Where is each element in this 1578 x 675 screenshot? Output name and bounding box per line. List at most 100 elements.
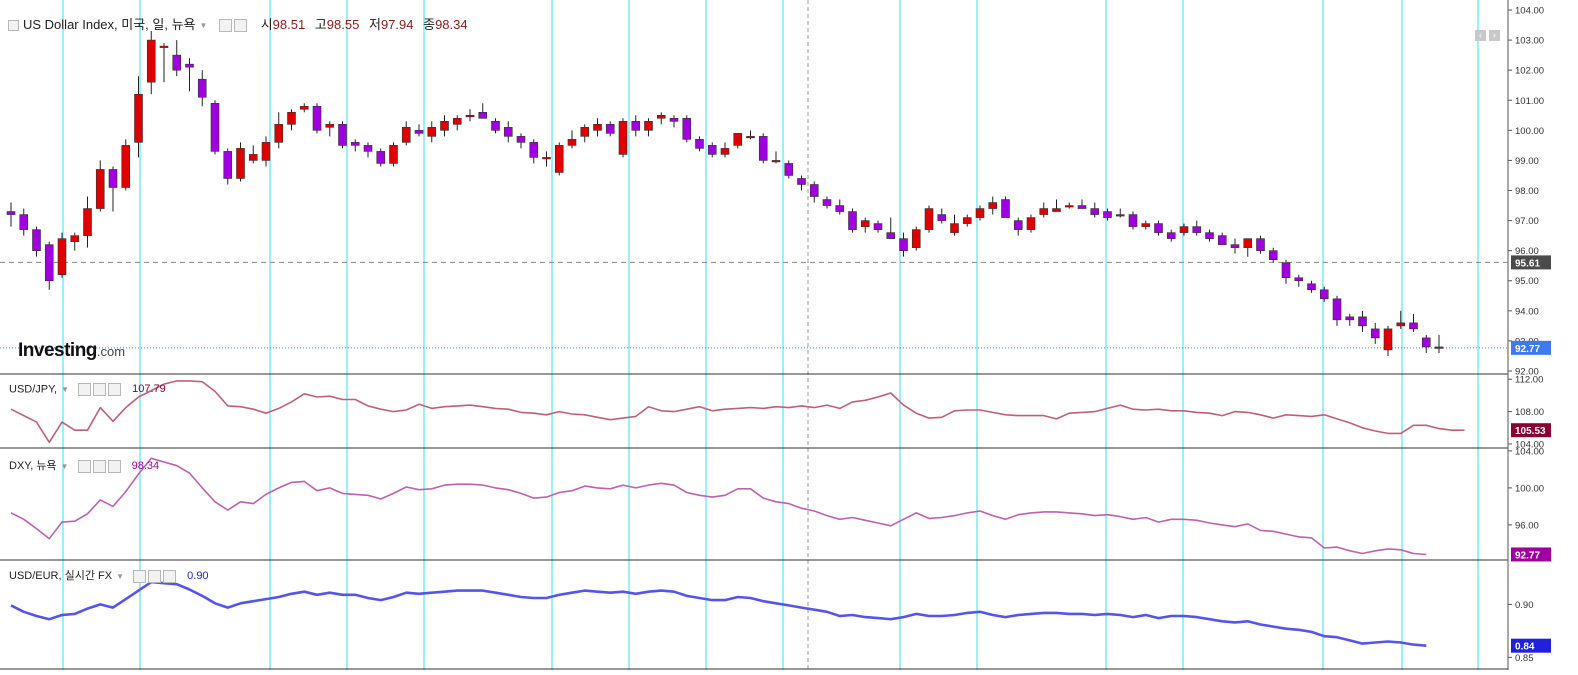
candle-body: [962, 217, 972, 224]
candle: [516, 133, 526, 149]
candle-body: [1052, 208, 1061, 212]
candle-body: [899, 238, 908, 251]
candle-body: [465, 115, 475, 118]
high-label: 고: [314, 17, 327, 32]
candle-body: [414, 130, 424, 134]
candle: [873, 220, 883, 233]
candle: [682, 115, 692, 143]
tick-label: 98.00: [1515, 186, 1539, 197]
candle-body: [389, 145, 398, 164]
close-icon[interactable]: [108, 383, 122, 396]
candle: [325, 121, 335, 137]
candle: [1409, 313, 1418, 332]
candle-body: [631, 121, 641, 131]
candle-body: [261, 142, 271, 161]
candle: [758, 133, 768, 164]
candle-body: [1192, 226, 1202, 233]
candle-body: [223, 151, 233, 179]
candle: [197, 70, 207, 107]
candle: [924, 205, 934, 233]
candle-body: [1409, 322, 1418, 330]
settings-icon[interactable]: [78, 383, 92, 396]
candle-body: [1001, 199, 1010, 218]
chevron-down-icon[interactable]: ▼: [61, 462, 69, 471]
candle-body: [1077, 205, 1087, 209]
scroll-left-icon[interactable]: ‹: [1475, 30, 1486, 41]
low-value: 97.94: [380, 17, 414, 32]
candle-body: [1141, 223, 1151, 227]
open-value: 98.51: [272, 17, 306, 32]
candle: [159, 43, 169, 83]
chart-canvas[interactable]: 104.00 103.00 102.00 101.00 100.00 99.00 98.00…: [0, 0, 1578, 675]
reference-price-label: 95.61: [1511, 255, 1551, 270]
candle: [1064, 202, 1074, 209]
gear-icon[interactable]: [93, 383, 107, 396]
candle-body: [1039, 208, 1049, 215]
panel-us-dollar-index[interactable]: [0, 31, 1508, 356]
candle: [1013, 217, 1023, 236]
candle-body: [567, 139, 577, 146]
price-label-text: 95.61: [1515, 258, 1540, 269]
candle: [134, 76, 143, 158]
close-icon[interactable]: [163, 569, 177, 583]
tick-label: 96.00: [1515, 520, 1539, 531]
settings-icon[interactable]: [133, 569, 147, 583]
scroll-right-icon[interactable]: ›: [1489, 30, 1500, 41]
candle: [108, 166, 118, 212]
gear-icon[interactable]: [234, 19, 248, 33]
low-label: 저: [368, 17, 381, 32]
candle: [299, 103, 309, 113]
dxy-value: 98.34: [131, 460, 160, 472]
candle-body: [822, 199, 832, 206]
close-value: 98.34: [435, 17, 468, 32]
candle-body: [312, 105, 322, 131]
candle: [1192, 220, 1202, 236]
settings-icon[interactable]: [219, 19, 233, 33]
candle-body: [1217, 235, 1227, 245]
candle-body: [338, 124, 347, 146]
panel-usd-eur[interactable]: [10, 580, 1427, 647]
candle: [223, 148, 233, 185]
candle-body: [605, 124, 615, 134]
candle: [427, 121, 437, 143]
settings-icon[interactable]: [77, 459, 91, 473]
candle: [1421, 334, 1431, 353]
panel-dxy[interactable]: [10, 457, 1427, 556]
candle: [210, 100, 220, 155]
panel-usd-jpy[interactable]: [10, 380, 1465, 444]
chevron-down-icon[interactable]: ▼: [200, 21, 208, 30]
price-label-text: 105.53: [1515, 426, 1546, 437]
candle-body: [70, 235, 80, 242]
candle: [491, 118, 500, 134]
candle-body: [401, 127, 411, 143]
candle-body: [1064, 205, 1074, 208]
candle: [1268, 247, 1278, 263]
gear-icon[interactable]: [148, 569, 162, 583]
candle: [605, 121, 615, 137]
candle-body: [656, 115, 666, 119]
candle-body: [159, 45, 169, 48]
candle-body: [886, 232, 896, 239]
candle-body: [185, 63, 194, 68]
candle: [771, 151, 781, 164]
close-icon[interactable]: [107, 459, 121, 473]
candle: [669, 115, 679, 128]
candle-body: [771, 160, 781, 163]
gear-icon[interactable]: [92, 459, 106, 473]
candle-body: [491, 121, 500, 131]
candle: [1217, 232, 1227, 245]
candle-body: [1281, 262, 1291, 279]
close-label: 종: [423, 17, 436, 32]
candle-body: [427, 127, 437, 137]
candle-body: [1383, 328, 1393, 351]
candle: [733, 133, 743, 149]
tick-label: 102.00: [1515, 66, 1544, 77]
candle: [1345, 313, 1355, 326]
collapse-icon[interactable]: [8, 20, 19, 32]
candle: [287, 109, 296, 131]
chevron-down-icon[interactable]: ▼: [116, 572, 124, 581]
tick-label: 112.00: [1515, 375, 1543, 386]
candle: [1434, 334, 1444, 353]
chevron-down-icon[interactable]: ▼: [61, 385, 69, 394]
candle-body: [873, 223, 883, 230]
